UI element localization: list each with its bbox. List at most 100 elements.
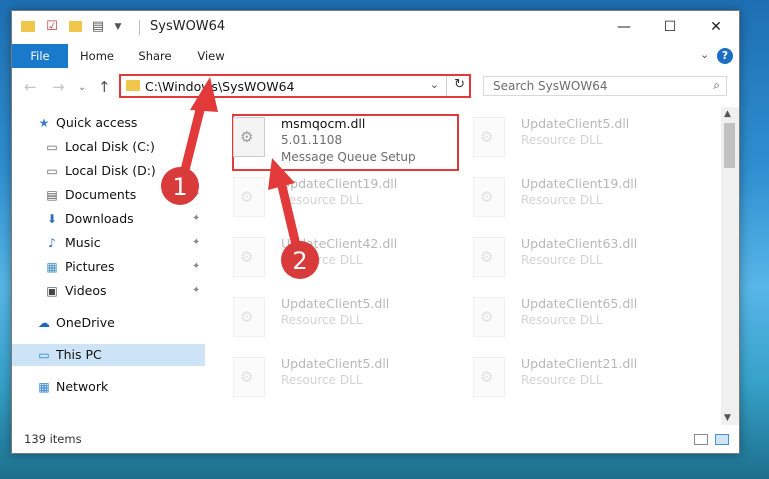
- file-description: Resource DLL: [521, 373, 603, 387]
- dll-file-icon: ⚙: [233, 177, 265, 217]
- file-name: UpdateClient5.dll: [521, 116, 630, 131]
- pin-icon[interactable]: ✦: [192, 280, 200, 302]
- maximize-button[interactable]: ☐: [647, 11, 693, 44]
- scroll-down-icon[interactable]: ▼: [724, 413, 731, 423]
- details-view-icon[interactable]: [694, 434, 708, 445]
- vertical-scrollbar[interactable]: ▲ ▼: [721, 107, 739, 425]
- forward-button[interactable]: →: [52, 78, 65, 96]
- file-tile[interactable]: ⚙ UpdateClient42.dll Resource DLL: [205, 234, 435, 284]
- file-tile[interactable]: ⚙ UpdateClient19.dll Resource DLL: [445, 174, 675, 224]
- close-button[interactable]: ✕: [693, 11, 739, 44]
- drive-icon: ▭: [46, 140, 58, 154]
- tab-file[interactable]: File: [12, 44, 68, 68]
- pin-icon[interactable]: ✦: [192, 232, 200, 254]
- scrollbar-thumb[interactable]: [724, 123, 735, 168]
- sidebar-item-local-disk-d[interactable]: ▭ Local Disk (D:): [12, 160, 205, 182]
- window-title: SysWOW64: [150, 19, 226, 34]
- file-list: ⚙ msmqocm.dll 5.01.1108 Message Queue Se…: [205, 107, 721, 425]
- tab-view[interactable]: View: [189, 44, 233, 68]
- new-folder-icon[interactable]: [67, 19, 83, 35]
- tab-home[interactable]: Home: [75, 44, 119, 68]
- file-name: UpdateClient21.dll: [521, 356, 638, 371]
- dll-file-icon: ⚙: [233, 117, 265, 157]
- dll-file-icon: ⚙: [233, 357, 265, 397]
- sidebar-item-documents[interactable]: ▤ Documents ✦: [12, 184, 205, 206]
- file-tile[interactable]: ⚙ UpdateClient5.dll Resource DLL: [445, 114, 675, 164]
- file-name: UpdateClient5.dll: [281, 296, 390, 311]
- dll-file-icon: ⚙: [473, 237, 505, 277]
- sidebar-item-label: Local Disk (C:): [65, 139, 155, 154]
- file-tile[interactable]: ⚙ UpdateClient65.dll Resource DLL: [445, 294, 675, 344]
- file-name: UpdateClient19.dll: [281, 176, 398, 191]
- address-separator: [446, 76, 447, 96]
- sidebar-item-pictures[interactable]: ▦ Pictures ✦: [12, 256, 205, 278]
- scroll-up-icon[interactable]: ▲: [724, 109, 731, 119]
- sidebar-item-onedrive[interactable]: ☁ OneDrive: [12, 312, 205, 334]
- gear-icon: ⚙: [480, 188, 494, 206]
- star-icon: ★: [38, 116, 50, 130]
- file-tile[interactable]: ⚙ UpdateClient5.dll Resource DLL: [205, 294, 435, 344]
- minimize-button[interactable]: —: [601, 11, 647, 44]
- document-icon: ▤: [46, 188, 58, 202]
- dll-file-icon: ⚙: [473, 177, 505, 217]
- file-name: UpdateClient19.dll: [521, 176, 638, 191]
- pin-icon[interactable]: ✦: [192, 256, 200, 278]
- cloud-icon: ☁: [38, 316, 50, 330]
- pin-icon[interactable]: ✦: [192, 208, 200, 230]
- file-version: 5.01.1108: [281, 133, 343, 147]
- chevron-down-icon[interactable]: ▼: [110, 19, 126, 35]
- chevron-down-icon[interactable]: ⌄: [430, 78, 439, 91]
- explorer-window: ☑ ▤ ▼ SysWOW64 — ☐ ✕ File Home Share Vie…: [11, 10, 740, 454]
- refresh-button[interactable]: ↻: [454, 77, 465, 92]
- sidebar-item-label: Music: [65, 235, 101, 250]
- tiles-view-icon[interactable]: [715, 434, 729, 445]
- file-tile[interactable]: ⚙ UpdateClient5.dll Resource DLL: [205, 354, 435, 404]
- customize-toolbar-icon[interactable]: ▤: [90, 19, 106, 35]
- file-description: Resource DLL: [281, 193, 363, 207]
- download-icon: ⬇: [46, 212, 58, 226]
- file-description: Resource DLL: [521, 313, 603, 327]
- sidebar-item-label: Downloads: [65, 211, 134, 226]
- sidebar-item-label: Network: [56, 379, 109, 394]
- help-icon[interactable]: ?: [717, 48, 733, 64]
- file-tile[interactable]: ⚙ UpdateClient21.dll Resource DLL: [445, 354, 675, 404]
- sidebar-item-music[interactable]: ♪ Music ✦: [12, 232, 205, 254]
- address-path[interactable]: C:\Windows\SysWOW64: [145, 79, 294, 94]
- address-bar[interactable]: C:\Windows\SysWOW64 ⌄ ↻: [119, 74, 471, 98]
- gear-icon: ⚙: [480, 128, 494, 146]
- file-tile[interactable]: ⚙ UpdateClient19.dll Resource DLL: [205, 174, 435, 224]
- sidebar-item-downloads[interactable]: ⬇ Downloads ✦: [12, 208, 205, 230]
- search-input[interactable]: Search SysWOW64: [493, 79, 607, 93]
- sidebar-item-videos[interactable]: ▣ Videos ✦: [12, 280, 205, 302]
- file-description: Resource DLL: [521, 193, 603, 207]
- tab-share[interactable]: Share: [133, 44, 177, 68]
- dll-file-icon: ⚙: [233, 237, 265, 277]
- file-tile[interactable]: ⚙ UpdateClient63.dll Resource DLL: [445, 234, 675, 284]
- recent-locations-button[interactable]: ⌄: [78, 82, 86, 93]
- sidebar-item-network[interactable]: ▦ Network: [12, 376, 205, 398]
- expand-ribbon-icon[interactable]: ⌄: [700, 48, 709, 61]
- file-tile-msmqocm[interactable]: ⚙ msmqocm.dll 5.01.1108 Message Queue Se…: [205, 114, 459, 171]
- gear-icon: ⚙: [240, 188, 254, 206]
- network-icon: ▦: [38, 380, 50, 394]
- sidebar-item-label: Videos: [65, 283, 107, 298]
- sidebar-item-label: Documents: [65, 187, 137, 202]
- search-box[interactable]: Search SysWOW64 ⌕: [483, 76, 727, 96]
- pin-icon[interactable]: ✦: [192, 184, 200, 206]
- sidebar-item-local-disk-c[interactable]: ▭ Local Disk (C:): [12, 136, 205, 158]
- videos-icon: ▣: [46, 284, 58, 298]
- pictures-icon: ▦: [46, 260, 58, 274]
- file-description: Resource DLL: [281, 373, 363, 387]
- up-button[interactable]: ↑: [98, 78, 111, 96]
- search-icon[interactable]: ⌕: [713, 78, 720, 93]
- sidebar-item-label: Quick access: [56, 115, 138, 130]
- file-description: Resource DLL: [521, 133, 603, 147]
- file-name: UpdateClient42.dll: [281, 236, 398, 251]
- file-description: Message Queue Setup: [281, 150, 416, 164]
- title-bar: ☑ ▤ ▼ SysWOW64 — ☐ ✕: [12, 11, 739, 44]
- properties-icon[interactable]: ☑: [44, 19, 60, 35]
- back-button[interactable]: ←: [24, 78, 37, 96]
- drive-icon: ▭: [46, 164, 58, 178]
- sidebar-item-this-pc[interactable]: ▭ This PC: [12, 344, 205, 366]
- sidebar-item-quick-access[interactable]: ★ Quick access: [12, 112, 205, 134]
